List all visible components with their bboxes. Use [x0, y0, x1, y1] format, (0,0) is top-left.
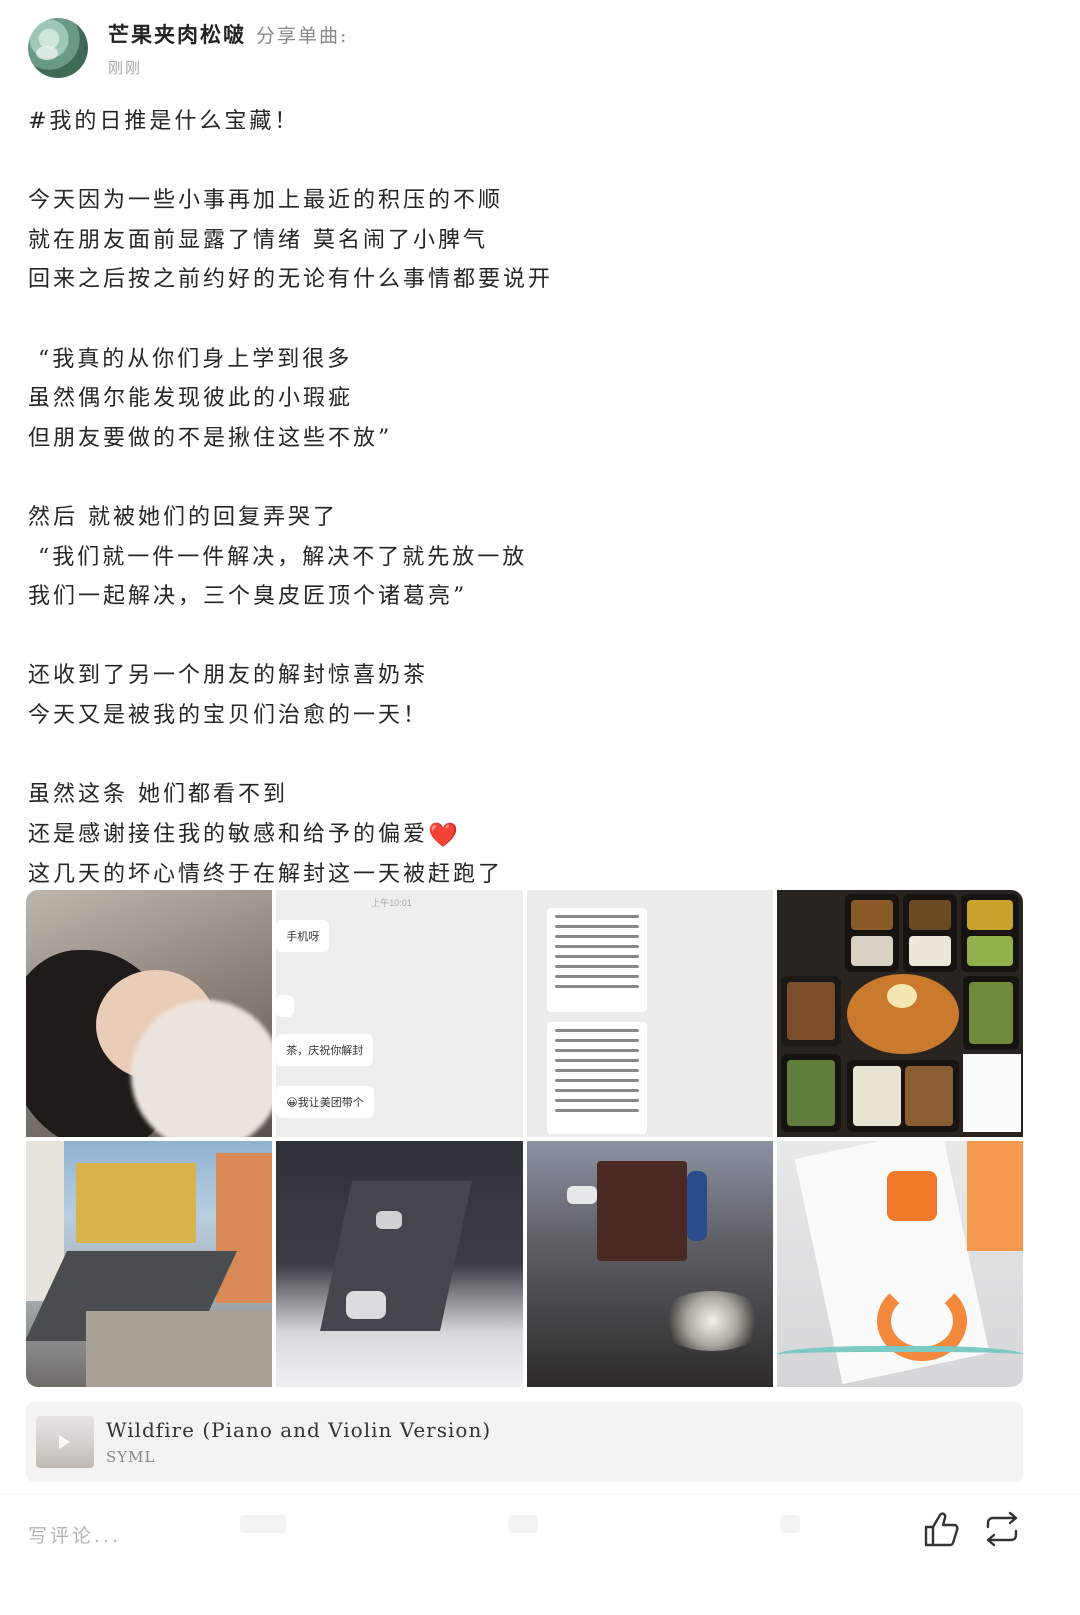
username[interactable]: 芒果夹肉松啵 — [108, 19, 246, 49]
repost-icon[interactable] — [980, 1507, 1024, 1551]
post-text: 还收到了另一个朋友的解封惊喜奶茶 — [28, 663, 429, 689]
post-text: 今天又是被我的宝贝们治愈的一天！ — [28, 702, 429, 728]
building — [216, 1152, 272, 1303]
food-tray — [902, 894, 957, 972]
photo-food-collage[interactable] — [776, 890, 1023, 1137]
photo-night-alley[interactable] — [276, 1140, 523, 1387]
building — [76, 1162, 196, 1243]
post-text-line: 这几天的坏心情终于在解封这一天被赶跑了 — [28, 855, 1028, 895]
post-text-line: “我们就一件一件解决，解决不了就先放一放 — [28, 538, 1028, 578]
post-text-line: 但朋友要做的不是揪住这些不放” — [28, 419, 1028, 459]
person — [686, 1170, 707, 1241]
faded-divider — [240, 1515, 286, 1533]
food-tray — [780, 976, 841, 1046]
post-text: 这几天的坏心情终于在解封这一天被赶跑了 — [28, 862, 504, 888]
bike-frame — [776, 1345, 1023, 1368]
post-text: 然后 就被她们的回复弄哭了 — [28, 504, 338, 530]
name-row: 芒果夹肉松啵 分享单曲: — [108, 19, 348, 49]
music-info: Wildfire (Piano and Violin Version) SYML — [106, 1418, 491, 1466]
photo-evening-street[interactable] — [526, 1140, 773, 1387]
comment-input[interactable]: 写评论... — [28, 1521, 121, 1548]
thumbs-up-icon[interactable] — [920, 1507, 964, 1551]
car — [346, 1290, 387, 1319]
courtyard — [86, 1310, 272, 1387]
music-card[interactable]: Wildfire (Piano and Violin Version) SYML — [26, 1402, 1023, 1482]
photo-message-screenshot[interactable] — [526, 890, 773, 1137]
post-text-line: “我真的从你们身上学到很多 — [28, 340, 1028, 380]
post-header: 芒果夹肉松啵 分享单曲: 刚刚 — [28, 16, 348, 80]
post-text-line: 然后 就被她们的回复弄哭了 — [28, 498, 1028, 538]
noodle-bowl — [846, 974, 959, 1054]
post-text: 但朋友要做的不是揪住这些不放” — [28, 425, 393, 451]
post-text: 回来之后按之前约好的无论有什么事情都要说开 — [28, 267, 554, 293]
post-text-line: 还收到了另一个朋友的解封惊喜奶茶 — [28, 656, 1028, 696]
photo-grid: 上午10:01 手机呀 茶，庆祝你解封 😀我让美团带个 — [26, 890, 1023, 1387]
photo-milk-tea-receipt[interactable] — [776, 1140, 1023, 1387]
post-text-line: 虽然这条 她们都看不到 — [28, 775, 1028, 815]
post-text: “我真的从你们身上学到很多 — [28, 346, 353, 372]
post-text: 我们一起解决，三个臭皮匠顶个诸葛亮” — [28, 584, 468, 610]
heart-icon: ❤️ — [428, 820, 461, 849]
post-text-line: 今天又是被我的宝贝们治愈的一天！ — [28, 696, 1028, 736]
message-card — [546, 1022, 647, 1134]
food-tray — [780, 1054, 841, 1132]
chat-time-label: 上午10:01 — [371, 898, 412, 908]
avatar[interactable] — [28, 18, 88, 78]
post-text: “我们就一件一件解决，解决不了就先放一放 — [28, 544, 528, 570]
car — [376, 1210, 403, 1229]
post-text-line: 就在朋友面前显露了情绪 莫名闹了小脾气 — [28, 221, 1028, 261]
post-text: 虽然偶尔能发现彼此的小瑕疵 — [28, 386, 354, 412]
song-title: Wildfire (Piano and Violin Version) — [106, 1418, 492, 1442]
post-body: #我的日推是什么宝藏！ 今天因为一些小事再加上最近的积压的不顺 就在朋友面前显露了情… — [28, 102, 1028, 895]
orange-bag — [966, 1140, 1023, 1251]
post-text-line: 今天因为一些小事再加上最近的积压的不顺 — [28, 181, 1028, 221]
faded-divider — [508, 1515, 538, 1533]
post-text-line: 我们一起解决，三个臭皮匠顶个诸葛亮” — [28, 577, 1028, 617]
photo-selfie[interactable] — [26, 890, 273, 1137]
post-text: 虽然这条 她们都看不到 — [28, 782, 288, 808]
post-text-line: 还是感谢接住我的敏感和给予的偏爱❤️ — [28, 815, 1028, 856]
post-text: 就在朋友面前显露了情绪 莫名闹了小脾气 — [28, 227, 488, 253]
logo-sticker — [886, 1170, 937, 1221]
post-text-line: 回来之后按之前约好的无论有什么事情都要说开 — [28, 260, 1028, 300]
food-tray — [960, 894, 1019, 972]
album-cover[interactable] — [36, 1416, 94, 1468]
post-text-line: 虽然偶尔能发现彼此的小瑕疵 — [28, 379, 1028, 419]
post-text: 今天因为一些小事再加上最近的积压的不顺 — [28, 188, 504, 214]
chat-bubble-small — [276, 995, 295, 1017]
chat-bubble: 手机呀 — [276, 920, 330, 952]
food-tray — [846, 1060, 959, 1132]
message-card — [546, 908, 647, 1012]
food-tray — [844, 894, 899, 972]
play-icon[interactable] — [59, 1435, 70, 1449]
post-text-line: #我的日推是什么宝藏！ — [28, 102, 1028, 142]
faded-divider — [780, 1515, 800, 1533]
food-tray — [962, 976, 1019, 1050]
food-list-overlay — [962, 1054, 1021, 1132]
bottom-action-bar: 写评论... — [0, 1494, 1080, 1615]
light-beam — [656, 1290, 767, 1351]
car — [566, 1185, 597, 1204]
song-artist: SYML — [106, 1448, 156, 1466]
header-text: 芒果夹肉松啵 分享单曲: 刚刚 — [108, 19, 348, 78]
post-text: 还是感谢接住我的敏感和给予的偏爱 — [28, 821, 429, 847]
photo-chat-screenshot[interactable]: 上午10:01 手机呀 茶，庆祝你解封 😀我让美团带个 — [276, 890, 523, 1137]
share-action-label: 分享单曲: — [256, 24, 349, 47]
delivery-cart — [596, 1160, 687, 1261]
photo-street-buildings[interactable] — [26, 1140, 273, 1387]
post-time: 刚刚 — [108, 58, 143, 77]
post-text: #我的日推是什么宝藏！ — [28, 109, 300, 134]
chat-bubble: 😀我让美团带个 — [276, 1086, 374, 1118]
chat-bubble: 茶，庆祝你解封 — [276, 1034, 374, 1066]
alley — [320, 1180, 473, 1331]
